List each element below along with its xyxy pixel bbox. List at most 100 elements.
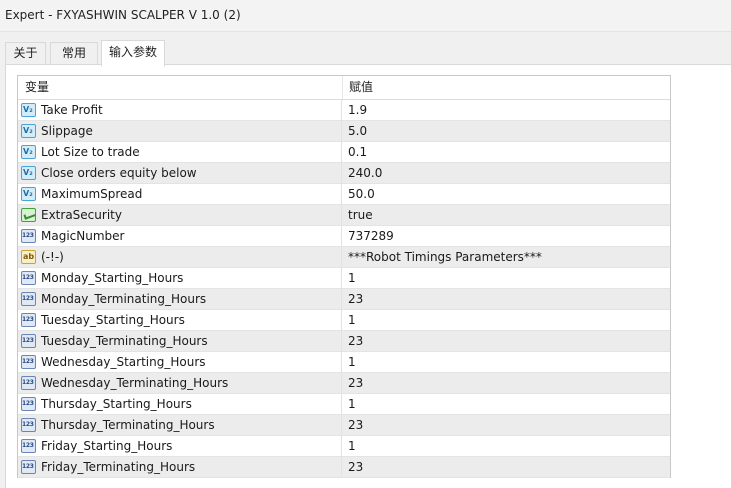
parameter-name-cell[interactable]: (-!-) bbox=[18, 247, 342, 267]
parameter-name: Take Profit bbox=[41, 103, 103, 117]
parameter-name-cell[interactable]: Monday_Starting_Hours bbox=[18, 268, 342, 288]
parameter-row[interactable]: Close orders equity below 240.0 bbox=[18, 163, 670, 184]
window-title: Expert - FXYASHWIN SCALPER V 1.0 (2) bbox=[5, 8, 241, 22]
parameter-name-cell[interactable]: Wednesday_Terminating_Hours bbox=[18, 373, 342, 393]
parameter-value[interactable]: ***Robot Timings Parameters*** bbox=[343, 247, 670, 267]
double-value-icon bbox=[21, 187, 36, 201]
parameter-name: Tuesday_Terminating_Hours bbox=[41, 334, 208, 348]
integer-icon bbox=[21, 418, 36, 432]
parameter-value[interactable]: true bbox=[343, 205, 670, 225]
parameter-row[interactable]: Tuesday_Starting_Hours 1 bbox=[18, 310, 670, 331]
parameter-row[interactable]: Tuesday_Terminating_Hours 23 bbox=[18, 331, 670, 352]
parameter-row[interactable]: Monday_Terminating_Hours 23 bbox=[18, 289, 670, 310]
input-parameters-panel: 变量 赋值 Take Profit1.9Slippage5.0Lot Size … bbox=[5, 64, 731, 488]
parameter-row[interactable]: Wednesday_Starting_Hours 1 bbox=[18, 352, 670, 373]
parameter-name-cell[interactable]: Monday_Terminating_Hours bbox=[18, 289, 342, 309]
parameter-row[interactable]: ExtraSecurity true bbox=[18, 205, 670, 226]
integer-icon bbox=[21, 271, 36, 285]
double-value-icon bbox=[21, 103, 36, 117]
parameter-name: Monday_Starting_Hours bbox=[41, 271, 184, 285]
parameter-name-cell[interactable]: Wednesday_Starting_Hours bbox=[18, 352, 342, 372]
parameter-name: MagicNumber bbox=[41, 229, 125, 243]
parameter-row[interactable]: Take Profit 1.9 bbox=[18, 100, 670, 121]
expert-properties-window: Expert - FXYASHWIN SCALPER V 1.0 (2) 关于 … bbox=[0, 0, 731, 488]
parameter-name-cell[interactable]: Tuesday_Terminating_Hours bbox=[18, 331, 342, 351]
column-header-value[interactable]: 赋值 bbox=[349, 76, 373, 99]
parameter-name-cell[interactable]: Take Profit bbox=[18, 100, 342, 120]
parameter-name: Wednesday_Starting_Hours bbox=[41, 355, 206, 369]
parameter-name-cell[interactable]: MagicNumber bbox=[18, 226, 342, 246]
parameter-name: (-!-) bbox=[41, 250, 64, 264]
string-icon bbox=[21, 250, 36, 264]
parameter-name-cell[interactable]: Close orders equity below bbox=[18, 163, 342, 183]
parameter-row[interactable]: Thursday_Terminating_Hours 23 bbox=[18, 415, 670, 436]
parameter-name-cell[interactable]: Thursday_Terminating_Hours bbox=[18, 415, 342, 435]
parameter-name-cell[interactable]: MaximumSpread bbox=[18, 184, 342, 204]
tab-strip: 关于 常用 输入参数 bbox=[0, 40, 731, 67]
grid-body: Take Profit1.9Slippage5.0Lot Size to tra… bbox=[18, 100, 670, 478]
parameter-name-cell[interactable]: Friday_Starting_Hours bbox=[18, 436, 342, 456]
integer-icon bbox=[21, 313, 36, 327]
parameter-row[interactable]: Thursday_Starting_Hours 1 bbox=[18, 394, 670, 415]
parameter-value[interactable]: 23 bbox=[343, 373, 670, 393]
parameter-row[interactable]: Friday_Starting_Hours 1 bbox=[18, 436, 670, 457]
parameter-value[interactable]: 1 bbox=[343, 436, 670, 456]
parameter-name: Tuesday_Starting_Hours bbox=[41, 313, 185, 327]
tab-common[interactable]: 常用 bbox=[50, 42, 98, 64]
parameter-value[interactable]: 23 bbox=[343, 331, 670, 351]
parameter-row[interactable]: Lot Size to trade 0.1 bbox=[18, 142, 670, 163]
parameter-row[interactable]: MaximumSpread 50.0 bbox=[18, 184, 670, 205]
parameter-value[interactable]: 23 bbox=[343, 457, 670, 477]
parameter-name: MaximumSpread bbox=[41, 187, 143, 201]
parameter-row[interactable]: Monday_Starting_Hours 1 bbox=[18, 268, 670, 289]
parameter-value[interactable]: 1 bbox=[343, 310, 670, 330]
parameter-name: ExtraSecurity bbox=[41, 208, 122, 222]
parameter-name: Thursday_Terminating_Hours bbox=[41, 418, 215, 432]
parameter-name-cell[interactable]: Tuesday_Starting_Hours bbox=[18, 310, 342, 330]
parameter-name-cell[interactable]: ExtraSecurity bbox=[18, 205, 342, 225]
double-value-icon bbox=[21, 166, 36, 180]
parameter-value[interactable]: 1 bbox=[343, 352, 670, 372]
title-bar[interactable]: Expert - FXYASHWIN SCALPER V 1.0 (2) bbox=[0, 0, 731, 32]
parameter-value[interactable]: 240.0 bbox=[343, 163, 670, 183]
parameter-value[interactable]: 737289 bbox=[343, 226, 670, 246]
parameter-name-cell[interactable]: Lot Size to trade bbox=[18, 142, 342, 162]
parameter-row[interactable]: MagicNumber 737289 bbox=[18, 226, 670, 247]
parameter-name: Slippage bbox=[41, 124, 93, 138]
parameter-row[interactable]: (-!-) ***Robot Timings Parameters*** bbox=[18, 247, 670, 268]
parameter-value[interactable]: 1 bbox=[343, 394, 670, 414]
parameter-name-cell[interactable]: Thursday_Starting_Hours bbox=[18, 394, 342, 414]
integer-icon bbox=[21, 334, 36, 348]
double-value-icon bbox=[21, 145, 36, 159]
parameter-value[interactable]: 1 bbox=[343, 268, 670, 288]
integer-icon bbox=[21, 439, 36, 453]
parameter-row[interactable]: Slippage 5.0 bbox=[18, 121, 670, 142]
parameter-name: Friday_Terminating_Hours bbox=[41, 460, 196, 474]
parameter-name: Close orders equity below bbox=[41, 166, 197, 180]
integer-icon bbox=[21, 229, 36, 243]
column-header-variable[interactable]: 变量 bbox=[25, 76, 49, 99]
parameter-name: Thursday_Starting_Hours bbox=[41, 397, 192, 411]
bool-icon bbox=[21, 208, 36, 222]
parameter-name: Friday_Starting_Hours bbox=[41, 439, 173, 453]
parameter-name-cell[interactable]: Friday_Terminating_Hours bbox=[18, 457, 342, 477]
integer-icon bbox=[21, 355, 36, 369]
parameter-name: Monday_Terminating_Hours bbox=[41, 292, 207, 306]
parameter-name: Lot Size to trade bbox=[41, 145, 140, 159]
parameter-name-cell[interactable]: Slippage bbox=[18, 121, 342, 141]
parameter-value[interactable]: 23 bbox=[343, 415, 670, 435]
tab-input-parameters[interactable]: 输入参数 bbox=[101, 40, 165, 67]
parameter-value[interactable]: 23 bbox=[343, 289, 670, 309]
parameter-row[interactable]: Friday_Terminating_Hours 23 bbox=[18, 457, 670, 478]
parameter-value[interactable]: 1.9 bbox=[343, 100, 670, 120]
integer-icon bbox=[21, 397, 36, 411]
integer-icon bbox=[21, 376, 36, 390]
parameter-value[interactable]: 5.0 bbox=[343, 121, 670, 141]
column-separator[interactable] bbox=[342, 76, 343, 99]
tab-about[interactable]: 关于 bbox=[5, 42, 46, 64]
grid-header: 变量 赋值 bbox=[18, 76, 670, 100]
parameter-row[interactable]: Wednesday_Terminating_Hours 23 bbox=[18, 373, 670, 394]
parameter-value[interactable]: 50.0 bbox=[343, 184, 670, 204]
parameter-value[interactable]: 0.1 bbox=[343, 142, 670, 162]
parameters-grid: 变量 赋值 Take Profit1.9Slippage5.0Lot Size … bbox=[17, 75, 671, 478]
